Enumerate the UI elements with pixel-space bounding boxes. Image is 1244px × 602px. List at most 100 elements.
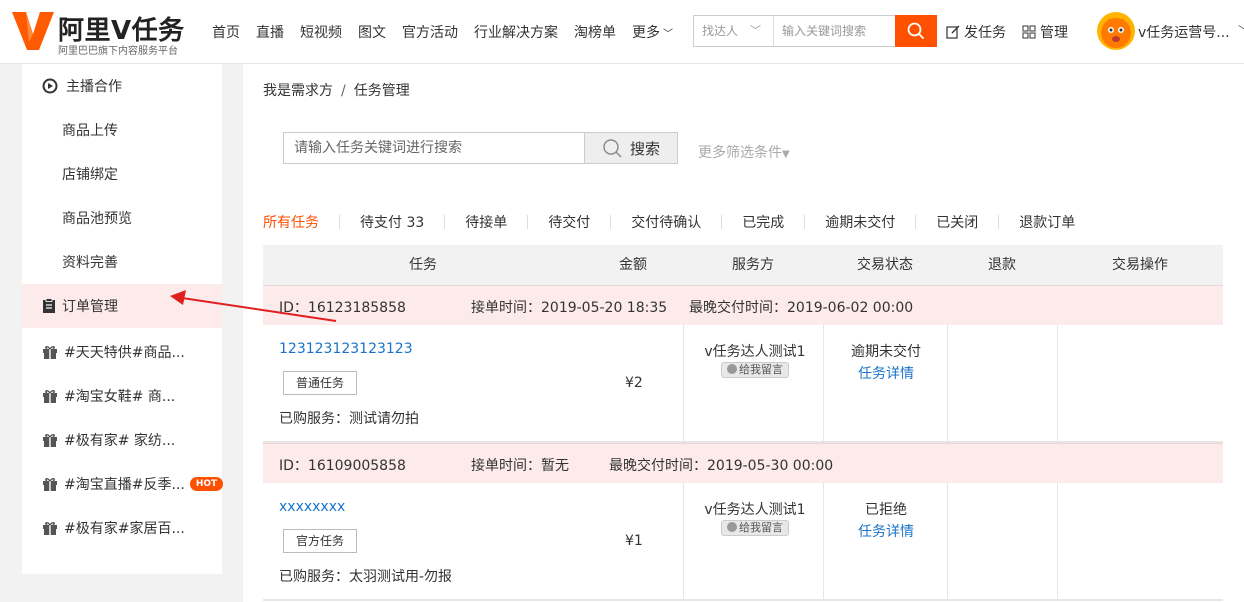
sidebar-item-shop-binding[interactable]: 店铺绑定 <box>62 164 118 184</box>
breadcrumb: 我是需求方 / 任务管理 <box>263 80 410 100</box>
sidebar-item-profile-completion[interactable]: 资料完善 <box>62 252 118 272</box>
site-logo[interactable]: 阿里V任务 阿里巴巴旗下内容服务平台 <box>12 8 202 57</box>
hot-badge: HOT <box>189 477 224 491</box>
sidebar-item-campaign[interactable]: #淘宝女鞋# 商... <box>22 374 222 418</box>
v-logo-icon <box>12 12 54 50</box>
order-header-row: ID：16109005858 接单时间：暂无 最晚交付时间：2019-05-30… <box>263 443 1223 483</box>
sidebar: 主播合作 商品上传 店铺绑定 商品池预览 资料完善 订单管理 #天天特供#商品.… <box>22 64 224 574</box>
tab-closed[interactable]: 已关闭 <box>936 212 978 232</box>
main-content: 我是需求方 / 任务管理 搜索 更多筛选条件▼ 所有任务 待支付 33 待接单 待交… <box>243 64 1244 602</box>
bought-service: 已购服务：太羽测试用-勿报 <box>279 569 453 585</box>
task-detail-link[interactable]: 任务详情 <box>825 521 947 541</box>
publish-task-label: 发任务 <box>964 25 1006 41</box>
tab-delivery-confirm[interactable]: 交付待确认 <box>631 212 701 232</box>
tab-overdue[interactable]: 逾期未交付 <box>825 212 895 232</box>
sidebar-item-label: #淘宝女鞋# 商... <box>64 389 176 405</box>
publish-task-button[interactable]: 发任务 <box>946 22 1006 42</box>
cell-divider <box>823 483 824 599</box>
nav-industry-solutions[interactable]: 行业解决方案 <box>474 22 558 42</box>
order-row: xxxxxxxx 官方任务 已购服务：太羽测试用-勿报 ¥1 v任务达人测试1 … <box>263 483 1223 601</box>
tab-divider <box>915 215 917 229</box>
sidebar-item-campaign[interactable]: #天天特供#商品... <box>22 330 222 374</box>
task-search-button[interactable]: 搜索 <box>584 132 678 164</box>
order-accept-time: 接单时间：2019-05-20 18:35 <box>471 300 668 316</box>
tab-divider <box>339 215 340 229</box>
tab-divider <box>527 215 529 229</box>
provider-name: v任务达人测试1 <box>704 502 806 518</box>
gift-icon <box>43 346 57 359</box>
manage-button[interactable]: 管理 <box>1022 22 1068 42</box>
cell-divider <box>683 483 684 599</box>
sidebar-item-order-management[interactable]: 订单管理 <box>22 284 222 328</box>
task-name-link[interactable]: 123123123123123 <box>279 341 413 357</box>
tab-pending-delivery[interactable]: 待交付 <box>548 212 590 232</box>
header-search: 找达人 ﹀ <box>693 15 937 47</box>
nav-graphic[interactable]: 图文 <box>358 22 386 42</box>
chevron-down-icon[interactable]: ﹀ <box>1238 22 1244 39</box>
nav-home[interactable]: 首页 <box>212 22 240 42</box>
leave-message-label: 给我留言 <box>739 363 783 376</box>
order-deadline: 最晚交付时间：2019-05-30 00:00 <box>609 458 834 474</box>
search-type-select[interactable]: 找达人 ﹀ <box>694 16 774 46</box>
nav-more[interactable]: 更多 ﹀ <box>632 22 673 42</box>
header-search-input[interactable] <box>774 16 896 46</box>
nav-official-events[interactable]: 官方活动 <box>402 22 458 42</box>
provider-name: v任务达人测试1 <box>704 344 806 360</box>
tab-all-tasks[interactable]: 所有任务 <box>263 212 319 232</box>
sidebar-item-campaign[interactable]: #极有家#家居百... <box>22 506 222 550</box>
brand-slogan: 阿里巴巴旗下内容服务平台 <box>58 46 178 57</box>
grid-icon <box>1022 25 1036 39</box>
leave-message-button[interactable]: 给我留言 <box>721 520 789 536</box>
tab-refund-orders[interactable]: 退款订单 <box>1019 212 1075 232</box>
nav-taobao-ranking[interactable]: 淘榜单 <box>574 22 616 42</box>
bought-service: 已购服务：测试请勿拍 <box>279 411 419 427</box>
cell-divider <box>947 483 948 599</box>
nav-more-label: 更多 <box>632 25 660 41</box>
user-name[interactable]: v任务运营号... <box>1138 22 1238 42</box>
task-detail-link[interactable]: 任务详情 <box>825 363 947 383</box>
breadcrumb-separator: / <box>341 83 346 99</box>
order-amount: ¥2 <box>625 375 643 391</box>
search-icon <box>907 22 925 40</box>
sidebar-item-product-upload[interactable]: 商品上传 <box>62 120 118 140</box>
leave-message-button[interactable]: 给我留言 <box>721 362 789 378</box>
chevron-down-icon: ﹀ <box>663 29 673 40</box>
tab-divider <box>721 215 723 229</box>
column-header-refund: 退款 <box>988 257 1016 273</box>
order-status-tabs: 所有任务 待支付 33 待接单 待交付 交付待确认 已完成 逾期未交付 已关闭 … <box>263 212 1075 232</box>
more-filters-toggle[interactable]: 更多筛选条件▼ <box>698 142 790 162</box>
order-id: ID：16109005858 <box>279 458 406 474</box>
order-amount: ¥1 <box>625 533 643 549</box>
header-search-button[interactable] <box>895 15 937 47</box>
tab-pending-accept[interactable]: 待接单 <box>465 212 507 232</box>
sidebar-item-campaign[interactable]: #极有家# 家纺... <box>22 418 222 462</box>
column-header-task: 任务 <box>409 257 437 273</box>
search-icon <box>603 139 622 158</box>
task-name-link[interactable]: xxxxxxxx <box>279 499 345 515</box>
avatar-icon <box>1101 18 1131 48</box>
sidebar-item-campaign[interactable]: #淘宝直播#反季... HOT <box>22 462 224 506</box>
sidebar-group-label: 主播合作 <box>66 79 122 95</box>
breadcrumb-parent[interactable]: 我是需求方 <box>263 83 333 99</box>
order-header-row: ID：16123185858 接单时间：2019-05-20 18:35 最晚交… <box>263 285 1223 325</box>
task-search-input[interactable] <box>283 132 585 164</box>
task-type-tag: 普通任务 <box>283 371 357 395</box>
orders-table: 任务 金额 服务方 交易状态 退款 交易操作 ID：16123185858 接单… <box>263 245 1223 601</box>
column-header-status: 交易状态 <box>857 257 913 273</box>
sidebar-item-label: #极有家#家居百... <box>64 521 185 537</box>
breadcrumb-current: 任务管理 <box>353 83 410 99</box>
leave-message-label: 给我留言 <box>739 521 783 534</box>
nav-short-video[interactable]: 短视频 <box>300 22 342 42</box>
main-nav: 首页 直播 短视频 图文 官方活动 行业解决方案 淘榜单 更多 ﹀ <box>212 0 689 64</box>
avatar[interactable] <box>1097 12 1135 50</box>
sidebar-group-anchor-cooperation[interactable]: 主播合作 <box>22 64 222 108</box>
column-header-provider: 服务方 <box>732 257 774 273</box>
tab-completed[interactable]: 已完成 <box>742 212 784 232</box>
sidebar-item-label: 订单管理 <box>62 299 118 315</box>
task-search-button-label: 搜索 <box>629 139 660 158</box>
sidebar-item-product-pool-preview[interactable]: 商品池预览 <box>62 208 132 228</box>
chevron-down-icon: ﹀ <box>750 24 761 37</box>
nav-live[interactable]: 直播 <box>256 22 284 42</box>
tab-pending-payment[interactable]: 待支付 33 <box>360 212 424 232</box>
cell-divider <box>947 325 948 441</box>
